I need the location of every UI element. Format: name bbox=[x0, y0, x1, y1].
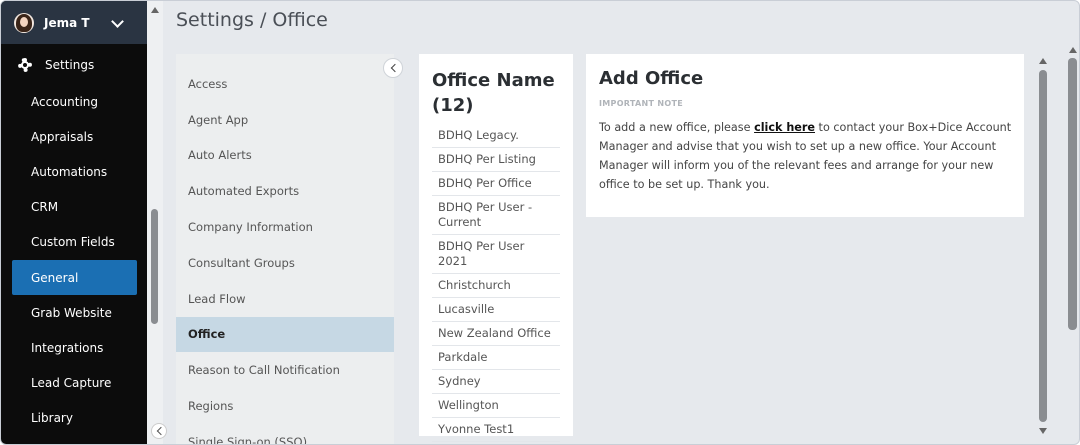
settings-menu-item-office[interactable]: Office bbox=[176, 316, 394, 353]
office-list-item[interactable]: New Zealand Office bbox=[432, 322, 560, 346]
office-list-item[interactable]: BDHQ Per Listing bbox=[432, 148, 560, 172]
office-list: BDHQ Legacy. BDHQ Per Listing BDHQ Per Off… bbox=[432, 124, 560, 442]
scrollbar-thumb[interactable] bbox=[1039, 70, 1047, 422]
settings-menu-item-automated-exports[interactable]: Automated Exports bbox=[176, 173, 394, 209]
sidebar-item-grab-website[interactable]: Grab Website bbox=[1, 295, 147, 330]
user-menu[interactable]: Jema T bbox=[1, 1, 147, 44]
app-window: Jema T Settings Accounting Appraisals Auto… bbox=[0, 0, 1080, 445]
sidebar-item-library[interactable]: Library bbox=[1, 401, 147, 436]
office-list-item[interactable]: Parkdale bbox=[432, 346, 560, 370]
settings-menu-item-regions[interactable]: Regions bbox=[176, 388, 394, 424]
office-list-item[interactable]: Wellington bbox=[432, 394, 560, 418]
gear-icon bbox=[17, 57, 33, 73]
settings-menu-item-consultant-groups[interactable]: Consultant Groups bbox=[176, 245, 394, 281]
body-text-before: To add a new office, please bbox=[599, 121, 755, 134]
scroll-up-icon[interactable] bbox=[151, 7, 159, 13]
scrollbar-thumb[interactable] bbox=[151, 209, 158, 324]
sidebar: Jema T Settings Accounting Appraisals Auto… bbox=[1, 1, 147, 444]
settings-menu-item-auto-alerts[interactable]: Auto Alerts bbox=[176, 138, 394, 174]
content-scrollbar[interactable] bbox=[1035, 44, 1051, 444]
office-list-item[interactable]: BDHQ Per Office bbox=[432, 172, 560, 196]
sidebar-item-automations[interactable]: Automations bbox=[1, 154, 147, 189]
office-list-item[interactable]: BDHQ Per User - Current bbox=[432, 196, 560, 235]
settings-menu: Access Agent App Auto Alerts Automated Expo… bbox=[176, 66, 394, 444]
scroll-up-icon[interactable] bbox=[1069, 47, 1077, 53]
sidebar-item-accounting[interactable]: Accounting bbox=[1, 84, 147, 119]
click-here-link[interactable]: click here bbox=[754, 121, 815, 134]
user-name: Jema T bbox=[44, 15, 90, 30]
add-office-panel: Add Office IMPORTANT NOTE To add a new o… bbox=[586, 54, 1024, 217]
sidebar-scrollbar[interactable] bbox=[147, 1, 163, 444]
scroll-down-icon[interactable] bbox=[1039, 428, 1047, 434]
sidebar-item-lead-capture[interactable]: Lead Capture bbox=[1, 366, 147, 401]
page-title: Settings / Office bbox=[176, 9, 328, 31]
office-list-title: Office Name (12) bbox=[432, 70, 555, 116]
add-office-title: Add Office bbox=[599, 68, 704, 89]
sidebar-item-custom-fields[interactable]: Custom Fields bbox=[1, 225, 147, 260]
sidebar-item-crm[interactable]: CRM bbox=[1, 190, 147, 225]
office-list-item[interactable]: Yvonne Test1 bbox=[432, 418, 560, 442]
sidebar-settings-header[interactable]: Settings bbox=[1, 51, 147, 79]
settings-label: Settings bbox=[45, 58, 95, 72]
office-list-item[interactable]: BDHQ Per User 2021 bbox=[432, 235, 560, 274]
office-list-item[interactable]: Sydney bbox=[432, 370, 560, 394]
avatar bbox=[14, 12, 34, 33]
sidebar-item-appraisals[interactable]: Appraisals bbox=[1, 119, 147, 154]
collapse-menu-button[interactable] bbox=[383, 58, 403, 78]
office-list-item[interactable]: Christchurch bbox=[432, 274, 560, 298]
page-scrollbar[interactable] bbox=[1065, 44, 1079, 344]
chevron-down-icon[interactable] bbox=[110, 16, 124, 30]
add-office-body: To add a new office, please click here t… bbox=[599, 118, 1019, 194]
settings-menu-item-reason-to-call-notification[interactable]: Reason to Call Notification bbox=[176, 352, 394, 388]
sidebar-nav: Accounting Appraisals Automations CRM Custom… bbox=[1, 84, 147, 436]
important-note-heading: IMPORTANT NOTE bbox=[599, 99, 683, 108]
settings-menu-panel: Access Agent App Auto Alerts Automated Expo… bbox=[176, 54, 394, 444]
scrollbar-thumb[interactable] bbox=[1068, 58, 1077, 330]
settings-menu-item-lead-flow[interactable]: Lead Flow bbox=[176, 281, 394, 317]
office-list-panel: Office Name (12) BDHQ Legacy. BDHQ Per Li… bbox=[419, 54, 573, 442]
collapse-sidebar-button[interactable] bbox=[151, 423, 167, 439]
scroll-up-icon[interactable] bbox=[1039, 58, 1047, 64]
settings-menu-item-single-sign-on-sso[interactable]: Single Sign-on (SSO) bbox=[176, 424, 394, 444]
sidebar-item-integrations[interactable]: Integrations bbox=[1, 330, 147, 365]
office-list-item[interactable]: BDHQ Legacy. bbox=[432, 124, 560, 148]
sidebar-item-general[interactable]: General bbox=[12, 259, 137, 296]
settings-menu-item-access[interactable]: Access bbox=[176, 66, 394, 102]
office-list-item[interactable]: Lucasville bbox=[432, 298, 560, 322]
settings-menu-item-company-information[interactable]: Company Information bbox=[176, 209, 394, 245]
settings-menu-item-agent-app[interactable]: Agent App bbox=[176, 102, 394, 138]
